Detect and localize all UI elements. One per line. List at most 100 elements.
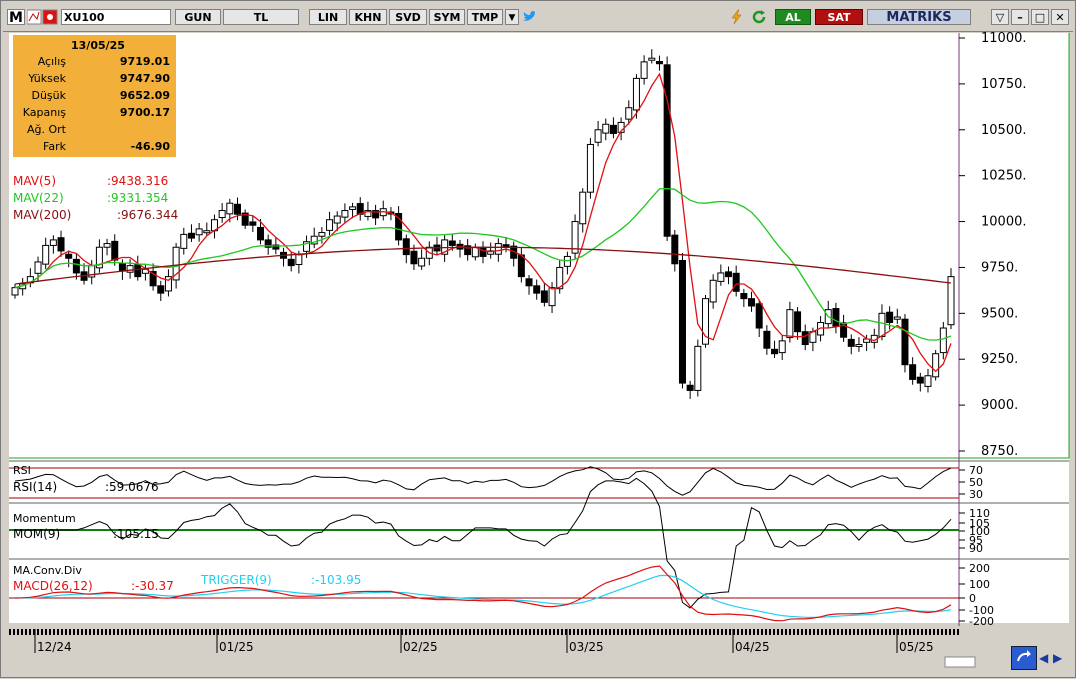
candle-body: [126, 265, 134, 273]
y-tick-label: 10750.: [981, 77, 1027, 92]
indicator-tick-label: 90: [969, 542, 983, 555]
scroll-left-icon[interactable]: ◀: [1039, 651, 1053, 665]
x-tick-label: 03/25: [569, 640, 604, 654]
macd-value: :-30.37: [131, 579, 174, 593]
candle-body: [525, 278, 533, 287]
candle-body: [909, 364, 917, 380]
x-tick-label: 04/25: [735, 640, 770, 654]
candle-body: [678, 259, 686, 384]
info-value-close: 9700.17: [119, 106, 170, 119]
candle-body: [533, 285, 541, 294]
info-value-high: 9747.90: [119, 72, 170, 85]
macd-label: MACD(26,12): [13, 579, 93, 593]
candle-body: [579, 191, 587, 225]
candle-body: [763, 330, 771, 349]
info-label-close: Kapanış: [22, 106, 66, 119]
x-tick-label: 02/25: [403, 640, 438, 654]
ohlc-info-box: 13/05/25 Açılış 9719.01 Yüksek 9747.90 D…: [13, 35, 176, 157]
candle-body: [771, 348, 779, 355]
candle-body: [694, 345, 702, 391]
candle-body: [49, 239, 57, 246]
candle-body: [540, 290, 548, 303]
candle-body: [916, 376, 924, 384]
candle-body: [418, 257, 426, 267]
candle-body: [602, 123, 610, 134]
candle-body: [947, 276, 955, 326]
candle-body: [893, 316, 901, 320]
candle-body: [57, 237, 65, 252]
candle-body: [218, 210, 226, 219]
info-value-low: 9652.09: [119, 89, 170, 102]
info-label-wavg: Ağ. Ort: [27, 123, 66, 136]
y-tick-label: 9000.: [981, 398, 1018, 413]
candle-body: [494, 243, 502, 255]
candle-body: [855, 344, 863, 348]
candle-body: [341, 210, 349, 218]
candle-body: [134, 264, 142, 278]
y-tick-label: 10250.: [981, 169, 1027, 184]
candle-body: [609, 124, 617, 134]
chart-window: M XU100 GUN TL LIN KHN SVD SYM TMP ▼ AL …: [0, 0, 1076, 678]
candle-body: [517, 254, 525, 278]
candle-body: [732, 272, 740, 292]
candle-body: [249, 221, 257, 226]
sync-icon[interactable]: [1011, 646, 1037, 670]
rsi-value: :59.0676: [105, 480, 159, 494]
candle-body: [625, 107, 633, 120]
candle-body: [34, 261, 42, 274]
candle-body: [402, 238, 410, 256]
candle-body: [778, 340, 786, 354]
candle-body: [349, 206, 357, 210]
candle-body: [287, 258, 295, 267]
candle-body: [410, 250, 418, 265]
candle-body: [11, 287, 19, 296]
candle-body: [640, 61, 648, 79]
candle-body: [594, 129, 602, 143]
candle-body: [924, 375, 932, 387]
candle-body: [832, 308, 840, 327]
candle-body: [655, 60, 663, 65]
trigger-label: TRIGGER(9): [201, 573, 272, 587]
candle-body: [801, 331, 809, 346]
candle-body: [333, 215, 341, 224]
candle-body: [187, 232, 195, 239]
candle-body: [326, 219, 334, 231]
candle-body: [448, 240, 456, 246]
info-label-high: Yüksek: [28, 72, 66, 85]
legend-mav22-value: :9331.354: [107, 191, 169, 205]
candle-body: [479, 246, 487, 257]
mom-value: :105.15: [113, 527, 160, 541]
y-tick-label: 9750.: [981, 260, 1018, 275]
legend-mav22-label: MAV(22): [13, 191, 64, 205]
candle-body: [794, 311, 802, 333]
candle-body: [901, 318, 909, 366]
candle-body: [786, 309, 794, 339]
candle-body: [118, 262, 126, 272]
mom-title: Momentum: [13, 512, 76, 525]
candle-body: [226, 202, 234, 215]
candle-body: [180, 233, 188, 249]
info-value-open: 9719.01: [119, 55, 170, 68]
info-date: 13/05/25: [71, 39, 125, 52]
candle-body: [318, 232, 326, 237]
y-tick-label: 8750.: [981, 444, 1018, 459]
candle-body: [295, 254, 303, 266]
scroll-right-icon[interactable]: ▶: [1053, 651, 1067, 665]
rsi-label: RSI(14): [13, 480, 58, 494]
legend-mav5-label: MAV(5): [13, 174, 57, 188]
candle-body: [157, 285, 165, 294]
indicator-tick-label: 100: [969, 578, 990, 591]
y-tick-label: 9500.: [981, 306, 1018, 321]
y-tick-label: 10500.: [981, 123, 1027, 138]
candle-body: [878, 312, 886, 337]
info-label-low: Düşük: [31, 89, 66, 102]
y-tick-label: 11000.: [981, 31, 1027, 46]
candle-body: [72, 258, 80, 274]
y-tick-label: 9250.: [981, 352, 1018, 367]
candle-body: [42, 244, 50, 265]
candle-body: [548, 287, 556, 307]
candle-body: [103, 243, 111, 248]
x-tick-label: 01/25: [219, 640, 254, 654]
candle-body: [671, 234, 679, 265]
candle-body: [932, 353, 940, 378]
